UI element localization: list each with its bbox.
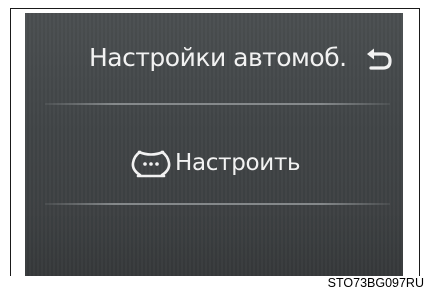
menu-item-label: Настроить	[175, 150, 301, 176]
separator-bottom	[45, 203, 390, 205]
empty-list-area	[25, 209, 403, 276]
back-arrow-icon	[367, 48, 392, 70]
tire-pressure-icon	[131, 150, 171, 178]
separator-top	[45, 103, 390, 105]
page-title: Настройки автомоб.	[89, 43, 347, 72]
back-button[interactable]	[363, 45, 395, 75]
header-bar: Настройки автомоб.	[25, 13, 403, 103]
display-screen: Настройки автомоб. Настроить	[25, 13, 403, 276]
menu-item-customize[interactable]: Настроить	[45, 126, 390, 198]
figure-code: STO73BG097RU	[327, 276, 424, 290]
